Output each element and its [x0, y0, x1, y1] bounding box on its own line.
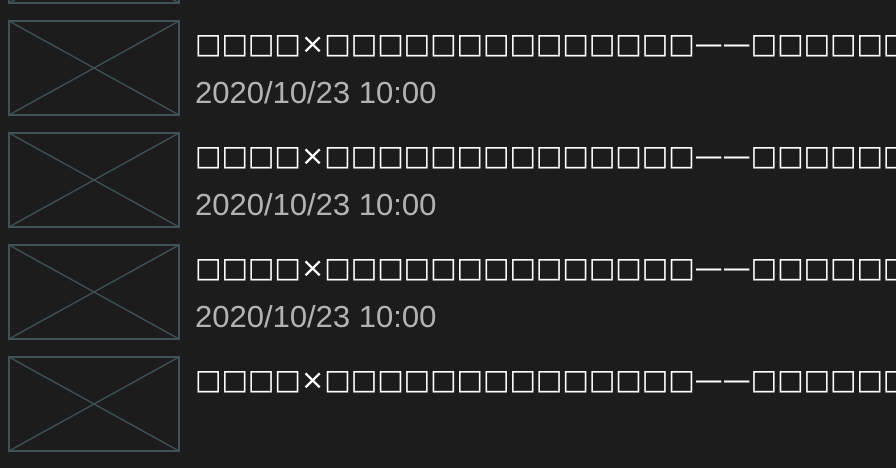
article-item[interactable] [0, 0, 896, 20]
image-placeholder-icon[interactable] [8, 356, 180, 452]
article-item[interactable]: □□□□×□□□□□□□□□□□□□□——□□□□□□□□□□□□□□□□□□□… [0, 20, 896, 132]
article-date: 2020/10/23 10:00 [195, 299, 437, 334]
article-title[interactable]: □□□□×□□□□□□□□□□□□□□——□□□□□□□□□□□□□□□□□□□ [195, 250, 896, 286]
article-title[interactable]: □□□□×□□□□□□□□□□□□□□——□□□□□□□□□□□□□□□□□□□ [195, 362, 896, 398]
article-item[interactable]: □□□□×□□□□□□□□□□□□□□——□□□□□□□□□□□□□□□□□□□… [0, 132, 896, 244]
article-item[interactable]: □□□□×□□□□□□□□□□□□□□——□□□□□□□□□□□□□□□□□□□ [0, 356, 896, 468]
image-placeholder-icon[interactable] [8, 244, 180, 340]
image-placeholder-icon[interactable] [8, 0, 180, 4]
image-placeholder-icon[interactable] [8, 20, 180, 116]
image-placeholder-icon[interactable] [8, 132, 180, 228]
article-item[interactable]: □□□□×□□□□□□□□□□□□□□——□□□□□□□□□□□□□□□□□□□… [0, 244, 896, 356]
article-date: 2020/10/23 10:00 [195, 187, 437, 222]
article-title[interactable]: □□□□×□□□□□□□□□□□□□□——□□□□□□□□□□□□□□□□□□□ [195, 138, 896, 174]
article-title[interactable]: □□□□×□□□□□□□□□□□□□□——□□□□□□□□□□□□□□□□□□□ [195, 26, 896, 62]
article-date: 2020/10/23 10:00 [195, 75, 437, 110]
